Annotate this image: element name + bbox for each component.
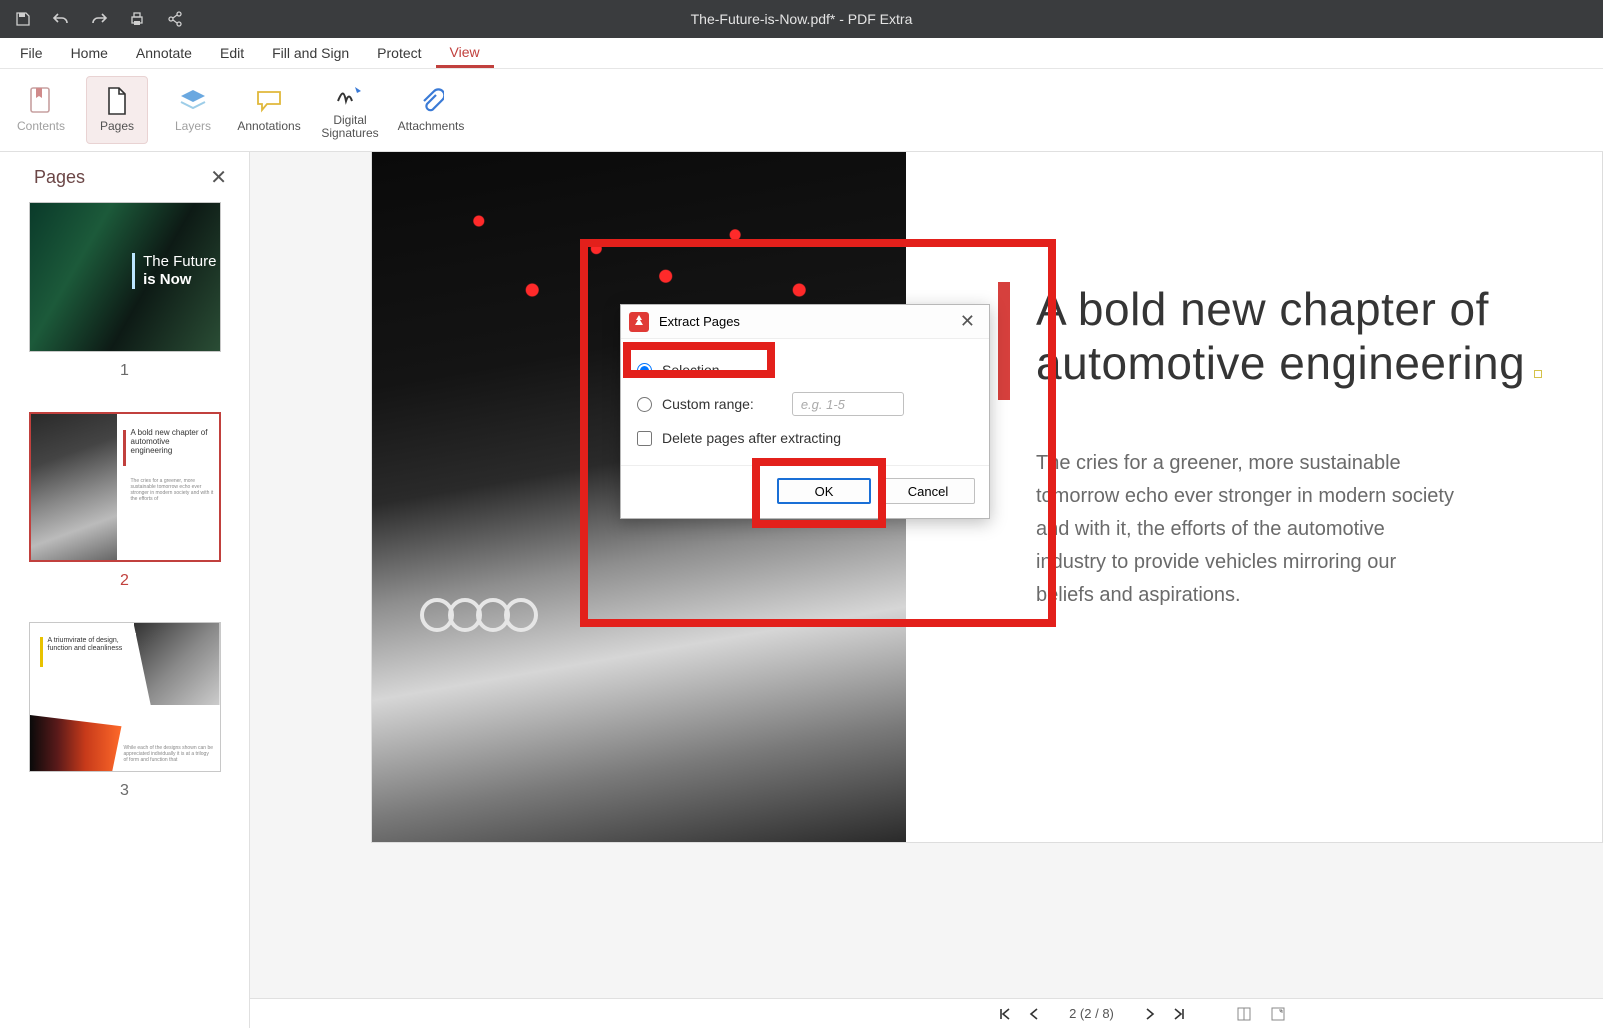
page-thumbnail[interactable]: A bold new chapter of automotive enginee…	[18, 412, 231, 590]
radio-selection-label: Selection	[662, 362, 720, 378]
title-bar: The-Future-is-Now.pdf* - PDF Extra	[0, 0, 1603, 38]
fit-width-icon[interactable]	[1271, 1007, 1285, 1021]
dialog-title: Extract Pages	[659, 314, 740, 329]
radio-custom-range[interactable]	[637, 397, 652, 412]
ribbon-view: Contents Pages Layers Annotations Digita…	[0, 69, 1603, 152]
menu-home[interactable]: Home	[57, 38, 122, 68]
page-thumbnail[interactable]: A triumvirate of design, function and cl…	[18, 622, 231, 800]
ribbon-label: Annotations	[237, 120, 300, 133]
checkbox-delete-label: Delete pages after extracting	[662, 430, 841, 446]
menu-fill-sign[interactable]: Fill and Sign	[258, 38, 363, 68]
ribbon-signatures[interactable]: Digital Signatures	[314, 76, 386, 144]
thumb3-body: While each of the designs shown can be a…	[124, 745, 214, 763]
menu-edit[interactable]: Edit	[206, 38, 258, 68]
page-canvas: A bold new chapter of automotive enginee…	[372, 152, 1602, 842]
ribbon-contents[interactable]: Contents	[10, 76, 72, 144]
fit-page-icon[interactable]	[1237, 1007, 1251, 1021]
ribbon-label: Layers	[175, 120, 211, 133]
thumb2-heading: A bold new chapter of automotive enginee…	[131, 428, 211, 456]
radio-range-label: Custom range:	[662, 396, 754, 412]
ribbon-label: Pages	[100, 120, 134, 133]
paperclip-icon	[416, 86, 446, 116]
signature-icon	[335, 80, 365, 110]
undo-icon[interactable]	[52, 10, 70, 28]
ribbon-annotations[interactable]: Annotations	[238, 76, 300, 144]
thumb1-line2: is Now	[143, 271, 216, 289]
ribbon-label: Digital Signatures	[321, 114, 378, 140]
thumb3-heading: A triumvirate of design, function and cl…	[48, 637, 126, 653]
page-navigation-bar: 2 (2 / 8)	[250, 998, 1603, 1028]
menu-bar: File Home Annotate Edit Fill and Sign Pr…	[0, 38, 1603, 69]
radio-selection[interactable]	[637, 363, 652, 378]
ribbon-layers[interactable]: Layers	[162, 76, 224, 144]
ribbon-attachments[interactable]: Attachments	[400, 76, 462, 144]
next-page-icon[interactable]	[1145, 1008, 1155, 1020]
range-input[interactable]	[792, 392, 904, 416]
close-icon[interactable]: ✕	[204, 163, 233, 192]
menu-protect[interactable]: Protect	[363, 38, 435, 68]
ok-button[interactable]: OK	[777, 478, 871, 504]
prev-page-icon[interactable]	[1029, 1008, 1039, 1020]
page-status: 2 (2 / 8)	[1057, 1006, 1127, 1021]
close-icon[interactable]: ✕	[956, 311, 979, 332]
quick-actions	[0, 10, 184, 28]
menu-file[interactable]: File	[6, 38, 57, 68]
thumb2-body: The cries for a greener, more sustainabl…	[131, 478, 217, 502]
extract-pages-dialog: Extract Pages ✕ Selection Custom range:	[620, 304, 990, 519]
page-heading: A bold new chapter of automotive enginee…	[1036, 282, 1542, 391]
last-page-icon[interactable]	[1173, 1008, 1185, 1020]
cancel-button[interactable]: Cancel	[881, 478, 975, 504]
pages-panel-title: Pages	[34, 167, 85, 188]
first-page-icon[interactable]	[999, 1008, 1011, 1020]
window-title: The-Future-is-Now.pdf* - PDF Extra	[691, 11, 913, 27]
menu-annotate[interactable]: Annotate	[122, 38, 206, 68]
print-icon[interactable]	[128, 10, 146, 28]
thumb1-line1: The Future	[143, 253, 216, 271]
menu-view[interactable]: View	[436, 38, 494, 68]
share-icon[interactable]	[166, 10, 184, 28]
thumb-number: 1	[120, 362, 129, 380]
checkbox-delete-after[interactable]	[637, 431, 652, 446]
layers-icon	[178, 86, 208, 116]
app-icon	[629, 312, 649, 332]
annotation-marker-icon	[1534, 370, 1542, 378]
redo-icon[interactable]	[90, 10, 108, 28]
page-icon	[102, 86, 132, 116]
ribbon-label: Attachments	[398, 120, 465, 133]
save-icon[interactable]	[14, 10, 32, 28]
thumb-number: 3	[120, 782, 129, 800]
document-viewer[interactable]: A bold new chapter of automotive enginee…	[250, 152, 1603, 1028]
thumb-number: 2	[120, 572, 129, 590]
audi-logo-icon	[420, 598, 538, 632]
ribbon-label: Contents	[17, 120, 65, 133]
accent-bar	[998, 282, 1010, 400]
bookmark-icon	[26, 86, 56, 116]
pages-panel: Pages ✕ The Future is Now 1	[0, 152, 250, 1028]
comment-icon	[254, 86, 284, 116]
page-thumbnail[interactable]: The Future is Now 1	[18, 202, 231, 380]
ribbon-pages[interactable]: Pages	[86, 76, 148, 144]
page-body: The cries for a greener, more sustainabl…	[1036, 447, 1456, 613]
